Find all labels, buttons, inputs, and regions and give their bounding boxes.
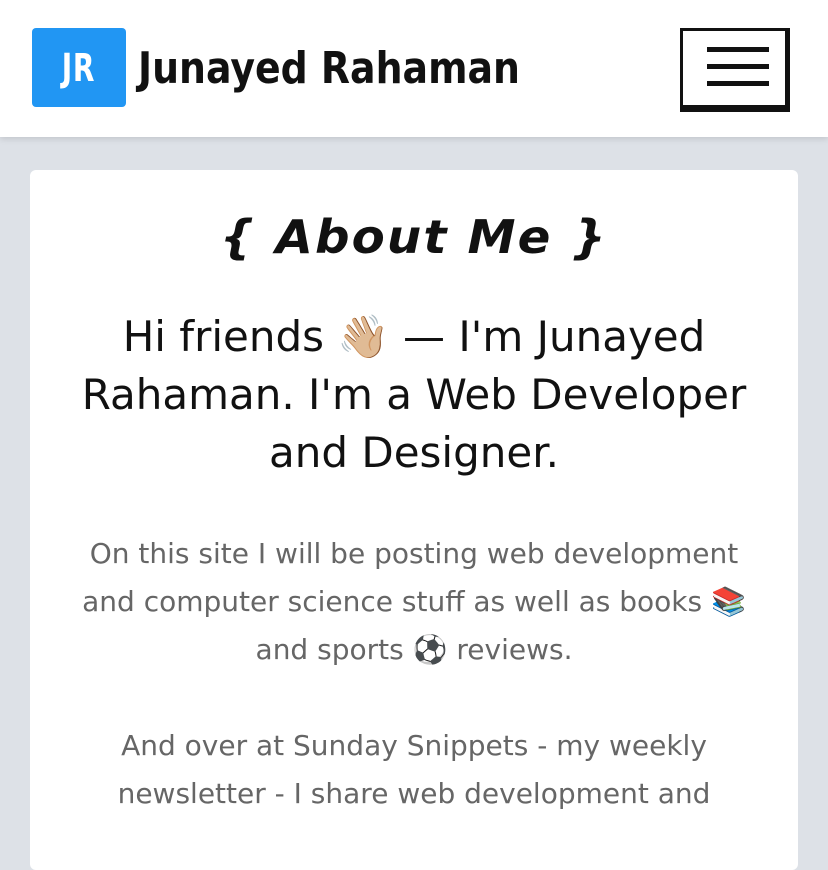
newsletter-text: And over at Sunday Snippets - my weekly … [117, 729, 711, 810]
books-icon: 📚 [711, 585, 746, 618]
intro-text: Hi friends 👋🏼 — I'm Junayed Rahaman. I'm… [58, 308, 770, 482]
about-card: { About Me } Hi friends 👋🏼 — I'm Junayed… [30, 170, 798, 870]
description-text-3: reviews. [456, 633, 573, 666]
menu-button[interactable] [680, 28, 790, 112]
logo-text: JR [62, 45, 96, 90]
site-description: On this site I will be posting web devel… [60, 530, 768, 674]
description-text-1: On this site I will be posting web devel… [82, 537, 739, 618]
soccer-ball-icon: ⚽ [412, 633, 448, 666]
intro-greeting: Hi friends [122, 312, 325, 361]
about-heading: { About Me } [220, 210, 608, 264]
site-header: JR Junayed Rahaman [0, 0, 828, 137]
site-title[interactable]: Junayed Rahaman [138, 36, 520, 100]
description-text-2: and sports [255, 633, 404, 666]
waving-hand-icon: 👋🏼 [337, 312, 390, 361]
logo[interactable]: JR [32, 28, 126, 107]
